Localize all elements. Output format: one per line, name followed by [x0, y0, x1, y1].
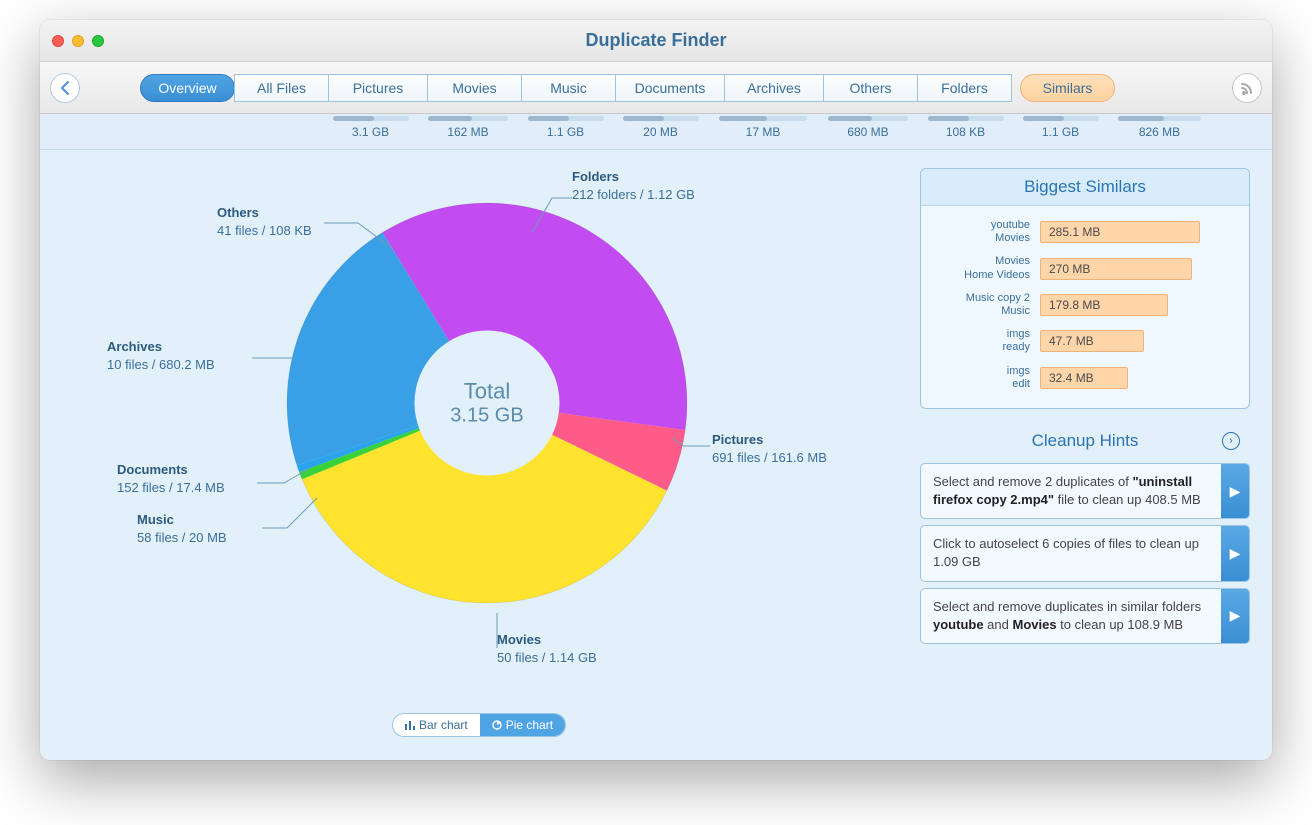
similar-bar: 32.4 MB — [1040, 367, 1128, 389]
window-controls — [52, 35, 104, 47]
size-cell: 3.1 GB — [323, 116, 418, 139]
back-button[interactable] — [50, 73, 80, 103]
size-cell: 1.1 GB — [1013, 116, 1108, 139]
toolbar: OverviewAll FilesPicturesMoviesMusicDocu… — [40, 62, 1272, 114]
similar-row[interactable]: imgsready 47.7 MB — [921, 323, 1249, 359]
play-icon: ▶ — [1221, 526, 1249, 580]
tab-documents[interactable]: Documents — [615, 74, 725, 102]
similar-row[interactable]: MoviesHome Videos 270 MB — [921, 250, 1249, 286]
app-window: Duplicate Finder OverviewAll FilesPictur… — [40, 20, 1272, 760]
tab-folders[interactable]: Folders — [917, 74, 1012, 102]
content: Total 3.15 GB Folders 212 folders / 1.12… — [40, 150, 1272, 760]
play-icon: ▶ — [1221, 589, 1249, 643]
tab-movies[interactable]: Movies — [427, 74, 522, 102]
chart-toggle: Bar chart Pie chart — [392, 713, 566, 737]
chevron-right-icon[interactable]: › — [1222, 432, 1240, 450]
biggest-similars-panel: Biggest Similars youtubeMovies 285.1 MB Mo… — [920, 168, 1250, 409]
size-cell: 680 MB — [818, 116, 918, 139]
hint-text: Select and remove duplicates in similar … — [921, 589, 1221, 643]
tab-overview[interactable]: Overview — [140, 74, 235, 102]
zoom-icon[interactable] — [92, 35, 104, 47]
similar-bar: 285.1 MB — [1040, 221, 1200, 243]
similar-label: imgsready — [935, 328, 1030, 354]
close-icon[interactable] — [52, 35, 64, 47]
size-cell: 108 KB — [918, 116, 1013, 139]
category-tabs: OverviewAll FilesPicturesMoviesMusicDocu… — [140, 74, 1115, 102]
size-cell: 1.1 GB — [518, 116, 613, 139]
hint-text: Click to autoselect 6 copies of files to… — [921, 526, 1221, 580]
cleanup-hint[interactable]: Select and remove 2 duplicates of "unins… — [920, 463, 1250, 519]
similar-label: imgsedit — [935, 365, 1030, 391]
sidebar: Biggest Similars youtubeMovies 285.1 MB Mo… — [920, 168, 1250, 742]
similar-bar: 47.7 MB — [1040, 330, 1144, 352]
similar-label: youtubeMovies — [935, 219, 1030, 245]
similar-row[interactable]: youtubeMovies 285.1 MB — [921, 214, 1249, 250]
tab-archives[interactable]: Archives — [724, 74, 824, 102]
tab-pictures[interactable]: Pictures — [328, 74, 428, 102]
chart-area: Total 3.15 GB Folders 212 folders / 1.12… — [62, 168, 900, 742]
cleanup-hints-section: Cleanup Hints › Select and remove 2 dupl… — [920, 425, 1250, 644]
minimize-icon[interactable] — [72, 35, 84, 47]
pie-chart-button[interactable]: Pie chart — [480, 714, 565, 736]
hints-title: Cleanup Hints — [1032, 431, 1139, 451]
tab-all-files[interactable]: All Files — [234, 74, 329, 102]
size-cell: 826 MB — [1108, 116, 1211, 139]
rss-button[interactable] — [1232, 73, 1262, 103]
tab-music[interactable]: Music — [521, 74, 616, 102]
similar-row[interactable]: Music copy 2Music 179.8 MB — [921, 287, 1249, 323]
cleanup-hint[interactable]: Select and remove duplicates in similar … — [920, 588, 1250, 644]
size-cell: 17 MB — [708, 116, 818, 139]
play-icon: ▶ — [1221, 464, 1249, 518]
similar-bar: 270 MB — [1040, 258, 1192, 280]
similar-label: MoviesHome Videos — [935, 255, 1030, 281]
biggest-title: Biggest Similars — [921, 169, 1249, 206]
similar-bar: 179.8 MB — [1040, 294, 1168, 316]
hints-title-row: Cleanup Hints › — [920, 425, 1250, 457]
bar-chart-button[interactable]: Bar chart — [393, 714, 480, 736]
hint-text: Select and remove 2 duplicates of "unins… — [921, 464, 1221, 518]
window-title: Duplicate Finder — [40, 30, 1272, 51]
tab-others[interactable]: Others — [823, 74, 918, 102]
size-bar: 3.1 GB162 MB1.1 GB20 MB17 MB680 MB108 KB… — [40, 114, 1272, 150]
size-cell: 20 MB — [613, 116, 708, 139]
similar-row[interactable]: imgsedit 32.4 MB — [921, 360, 1249, 396]
size-cell: 162 MB — [418, 116, 518, 139]
similar-label: Music copy 2Music — [935, 292, 1030, 318]
tab-similars[interactable]: Similars — [1020, 74, 1115, 102]
cleanup-hint[interactable]: Click to autoselect 6 copies of files to… — [920, 525, 1250, 581]
titlebar: Duplicate Finder — [40, 20, 1272, 62]
